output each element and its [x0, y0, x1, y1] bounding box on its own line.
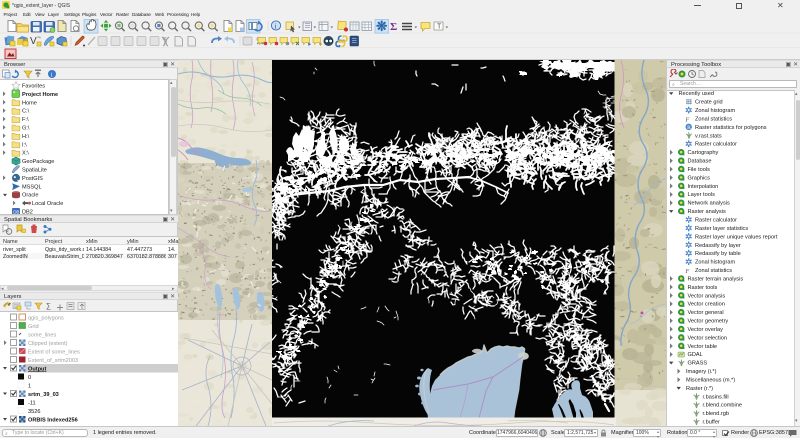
svg-text:0: 0	[28, 375, 31, 381]
svg-text:Project Home: Project Home	[22, 92, 58, 98]
svg-text:3526: 3526	[28, 409, 40, 415]
svg-text:Imagery (i.*): Imagery (i.*)	[686, 369, 717, 375]
svg-text:Vector selection: Vector selection	[688, 335, 728, 341]
svg-text:Zonal histogram: Zonal histogram	[695, 260, 735, 266]
svg-text:X:\: X:\	[22, 151, 29, 157]
svg-text:Vector overlay: Vector overlay	[688, 327, 724, 333]
svg-text:Vector table: Vector table	[688, 344, 718, 350]
svg-text:Raster calculator: Raster calculator	[695, 218, 737, 224]
svg-text:C:\: C:\	[22, 109, 30, 115]
svg-text:SpatiaLite: SpatiaLite	[22, 168, 47, 174]
svg-text:Extent_of_srtm2003: Extent_of_srtm2003	[28, 358, 78, 364]
svg-text:R: R	[687, 125, 691, 131]
svg-text:Network analysis: Network analysis	[688, 201, 730, 207]
svg-text:Zonal histogram: Zonal histogram	[695, 108, 735, 114]
svg-text:i: i	[51, 72, 53, 79]
svg-text:Extent of some_lines: Extent of some_lines	[28, 349, 80, 355]
svg-text:Raster layer unique values rep: Raster layer unique values report	[695, 234, 778, 240]
svg-text:Raster tools: Raster tools	[688, 285, 718, 291]
svg-text:Raster layer statistics: Raster layer statistics	[695, 226, 748, 232]
svg-text:1: 1	[28, 383, 31, 389]
svg-text:Oracle: Oracle	[22, 193, 38, 199]
svg-text:Raster terrain analysis: Raster terrain analysis	[688, 276, 744, 282]
svg-text:Output: Output	[28, 366, 46, 372]
svg-text:Clipped (extent): Clipped (extent)	[28, 341, 68, 347]
svg-text:GRASS: GRASS	[688, 361, 708, 367]
svg-text:Create grid: Create grid	[695, 100, 723, 106]
svg-text:Interpolation: Interpolation	[688, 184, 719, 190]
svg-text:Vector creation: Vector creation	[688, 302, 725, 308]
svg-text:PostGIS: PostGIS	[22, 176, 43, 182]
svg-text:Vector geometry: Vector geometry	[688, 319, 729, 325]
svg-text:Zonal statistics: Zonal statistics	[695, 116, 732, 122]
svg-text:Σ: Σ	[390, 21, 397, 33]
svg-text:Raster (r.*): Raster (r.*)	[686, 386, 713, 392]
svg-text:Zonal statistics: Zonal statistics	[695, 268, 732, 274]
svg-text:r.basins.fill: r.basins.fill	[703, 394, 729, 400]
svg-text:F: F	[685, 269, 690, 275]
svg-text:Home: Home	[22, 100, 37, 106]
svg-text:∑: ∑	[46, 303, 51, 310]
svg-text:DB2: DB2	[22, 210, 33, 215]
svg-text:DB: DB	[13, 210, 19, 215]
svg-text:v.rast.stats: v.rast.stats	[695, 133, 722, 139]
svg-text:Vector analysis: Vector analysis	[688, 293, 726, 299]
svg-text:F: F	[685, 117, 690, 123]
svg-text:Layer tools: Layer tools	[688, 192, 716, 198]
svg-text:i: i	[275, 21, 277, 30]
svg-text:H:\: H:\	[22, 134, 30, 140]
svg-text:Graphics: Graphics	[688, 175, 711, 181]
svg-text:Cartography: Cartography	[688, 150, 719, 156]
svg-text:Recently used: Recently used	[679, 91, 714, 97]
svg-text:Grid: Grid	[28, 324, 39, 330]
svg-text:F:\: F:\	[22, 117, 29, 123]
svg-text:qgis_polygons: qgis_polygons	[28, 315, 64, 321]
svg-text:G:\: G:\	[22, 126, 30, 132]
svg-text:T: T	[437, 24, 442, 31]
svg-text:srtm_39_03: srtm_39_03	[28, 392, 59, 398]
svg-text:MSSQL: MSSQL	[22, 184, 42, 190]
svg-text:Favorites: Favorites	[22, 84, 45, 90]
svg-text:Raster calculator: Raster calculator	[695, 142, 737, 148]
svg-text:I:\: I:\	[22, 142, 27, 148]
svg-text:V: V	[30, 36, 37, 47]
svg-text:Database: Database	[688, 159, 712, 165]
svg-text:r.buffer: r.buffer	[703, 420, 720, 426]
svg-text:Redassify by layer: Redassify by layer	[695, 243, 741, 249]
svg-text:r.blend.rgb: r.blend.rgb	[703, 411, 729, 417]
svg-text:-11: -11	[28, 400, 36, 406]
svg-text:some_lines: some_lines	[28, 332, 56, 338]
svg-text:GDAL: GDAL	[688, 352, 703, 358]
svg-text:File tools: File tools	[688, 167, 711, 173]
svg-text:r.blend.combine: r.blend.combine	[703, 403, 743, 409]
svg-text:ORBIS Indexed256: ORBIS Indexed256	[28, 417, 78, 423]
svg-text:Vector general: Vector general	[688, 310, 724, 316]
svg-text:Raster analysis: Raster analysis	[688, 209, 726, 215]
svg-text:GeoPackage: GeoPackage	[22, 159, 54, 165]
svg-text:Miscellaneous (m.*): Miscellaneous (m.*)	[686, 377, 735, 383]
svg-text:Raster statistics for polygons: Raster statistics for polygons	[695, 125, 767, 131]
svg-text:Redassify by table: Redassify by table	[695, 251, 741, 257]
svg-text:Local Oracle: Local Oracle	[32, 201, 63, 207]
